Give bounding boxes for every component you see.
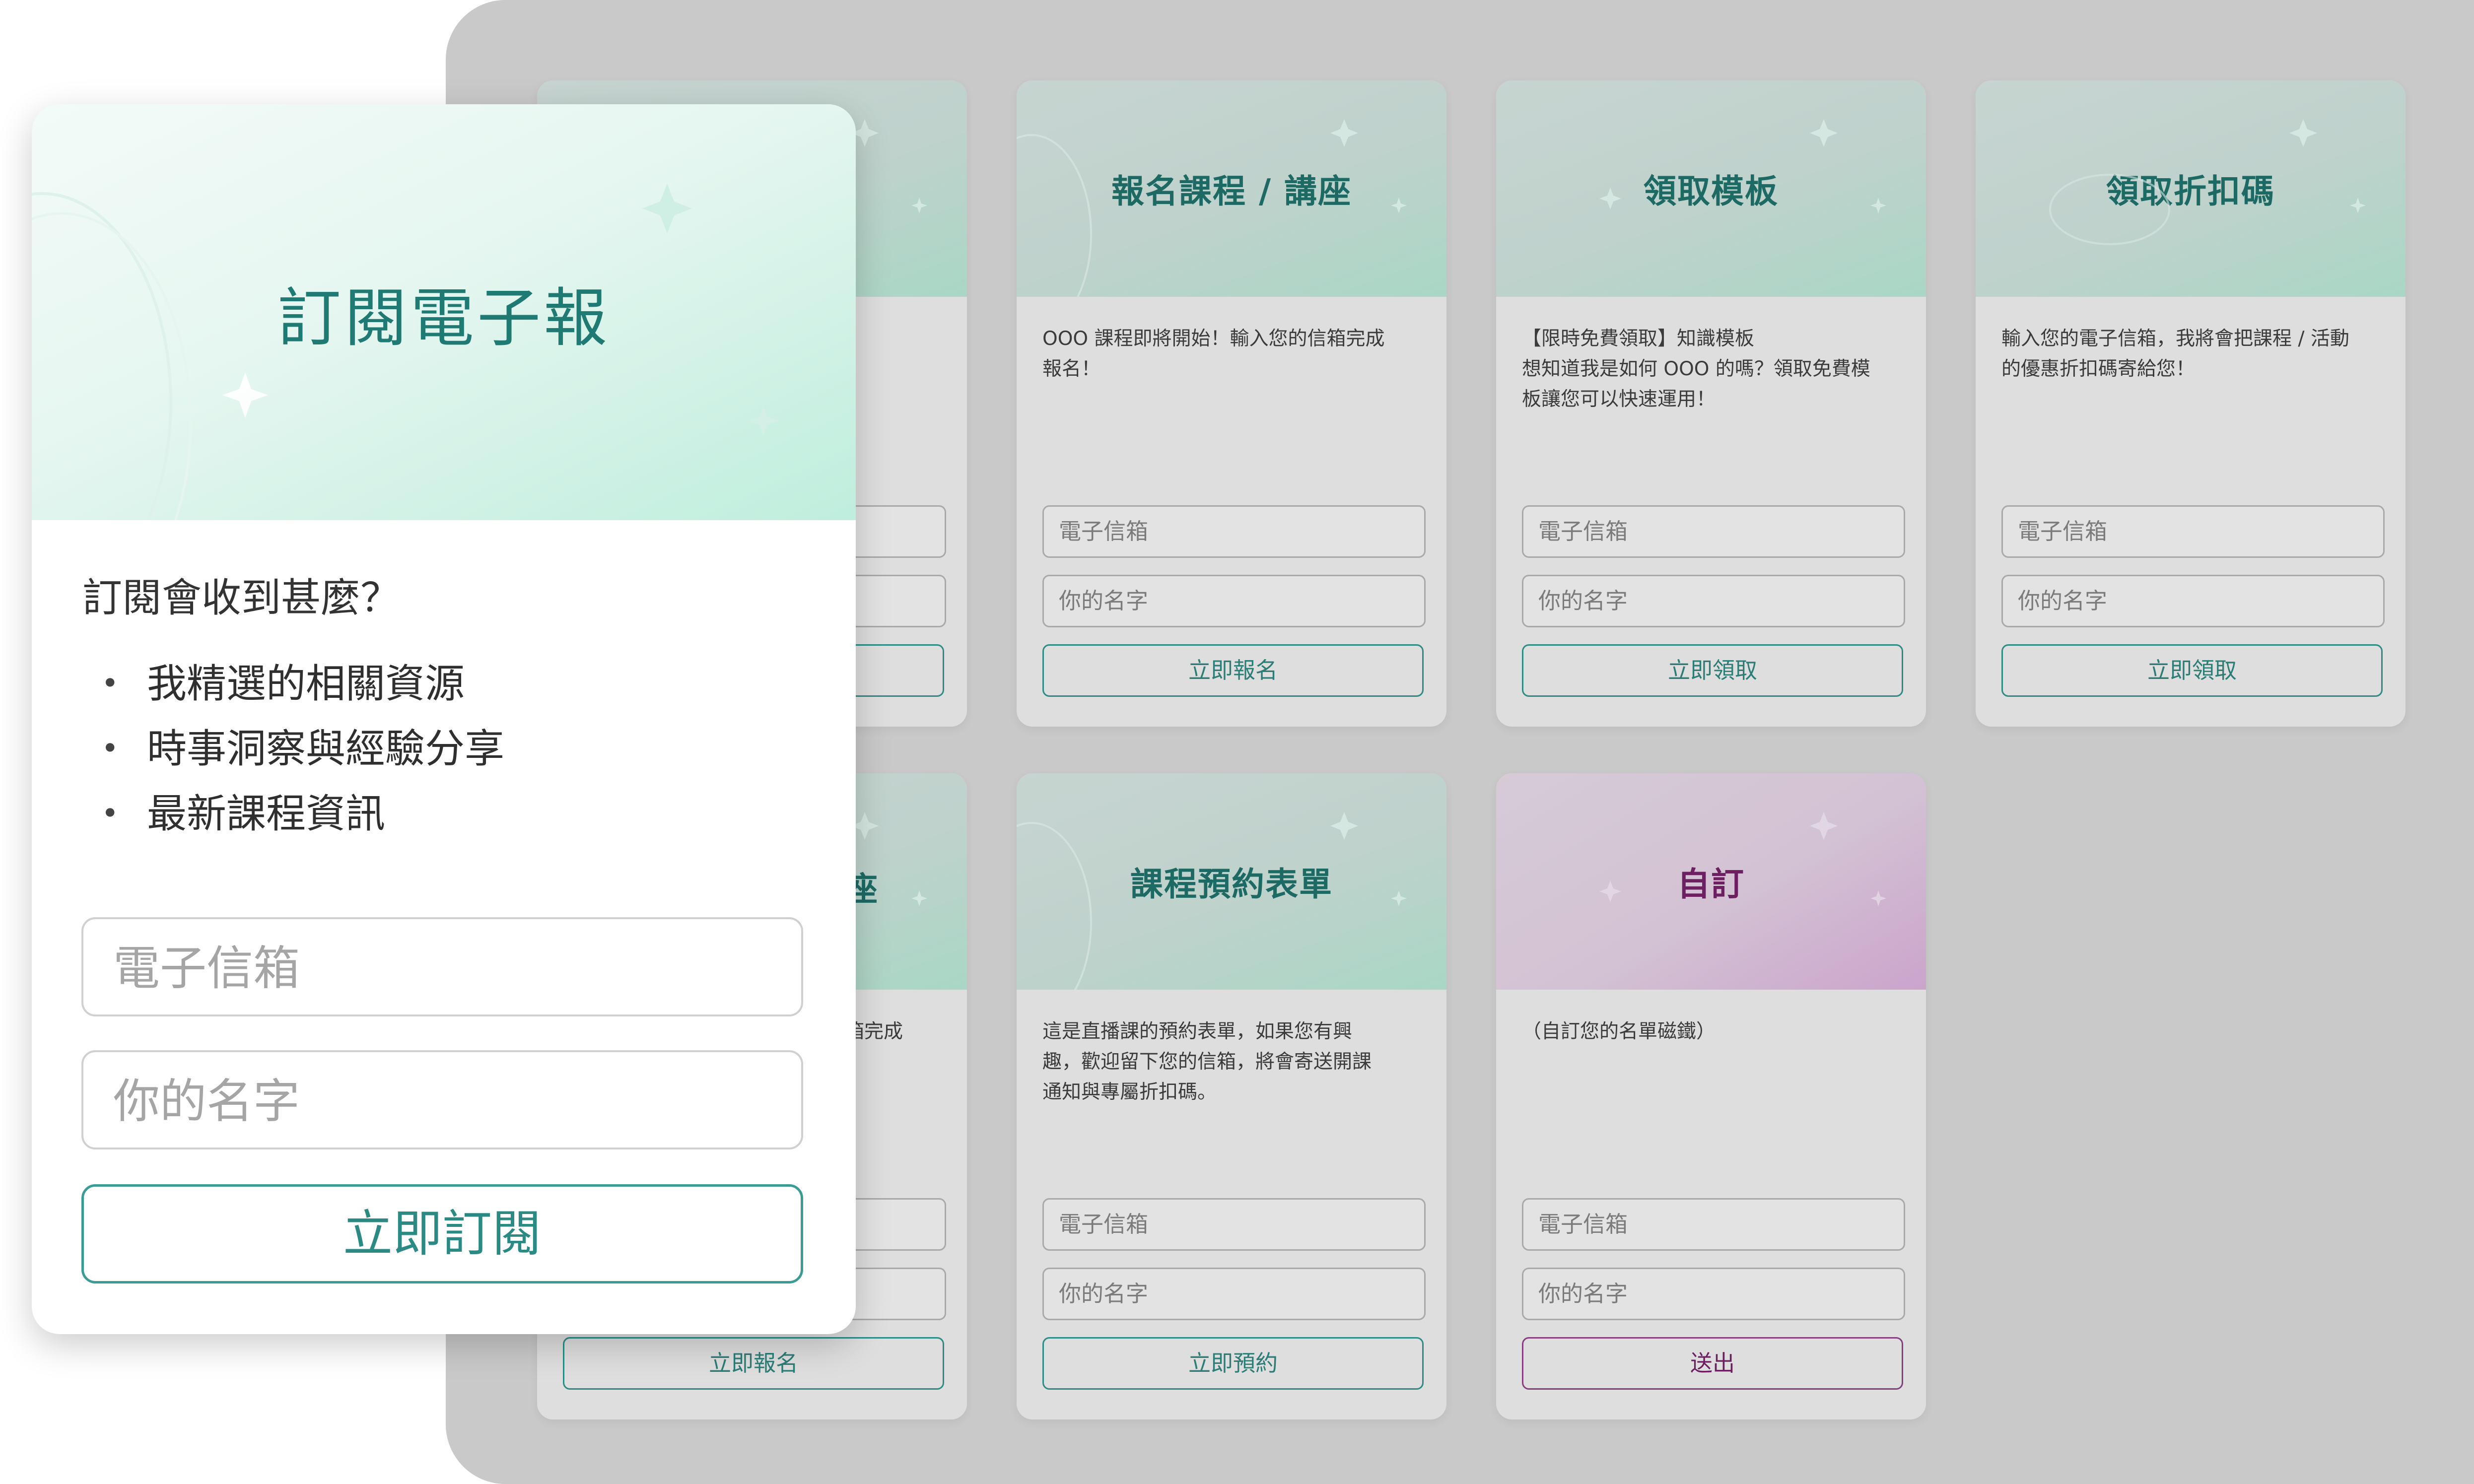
template-card-get-coupon[interactable]: 領取折扣碼 輸入您的電子信箱，我將會把課程 / 活動 的優惠折扣碼寄給您！ 電子… [1976,80,2405,727]
claim-button[interactable]: 立即領取 [1522,644,1903,697]
card-description: 輸入您的電子信箱，我將會把課程 / 活動 的優惠折扣碼寄給您！ [2001,328,2349,380]
name-field[interactable]: 你的名字 [1042,575,1426,627]
template-card-course-booking[interactable]: 課程預約表單 這是直播課的預約表單，如果您有興 趣，歡迎留下您的信箱，將會寄送開… [1017,773,1446,1419]
sparkle-decoration [1599,812,1886,906]
sparkle-decoration [2049,119,2366,245]
card-header: 報名課程 / 講座 [1017,80,1446,297]
list-item: 最新課程資訊 [101,781,504,846]
template-card-get-template[interactable]: 領取模板 【限時免費領取】知識模板 想知道我是如何 OOO 的嗎？領取免費模 板… [1496,80,1926,727]
card-header: 領取模板 [1496,80,1926,297]
name-field[interactable]: 你的名字 [1522,575,1905,627]
email-input[interactable]: 電子信箱 [81,917,803,1016]
name-field[interactable]: 你的名字 [1042,1268,1426,1320]
claim-button[interactable]: 立即領取 [2001,644,2383,697]
card-header: 自訂 [1496,773,1926,990]
list-item: 我精選的相關資源 [101,651,504,716]
sparkle-decoration [1599,119,1886,213]
card-header: 課程預約表單 [1017,773,1446,990]
card-description: OOO 課程即將開始！輸入您的信箱完成 報名！ [1042,328,1385,380]
benefits-list: 我精選的相關資源 時事洞察與經驗分享 最新課程資訊 [101,651,504,846]
name-input[interactable]: 你的名字 [81,1050,803,1149]
register-button[interactable]: 立即報名 [1042,644,1424,697]
subscribe-card-header: 訂閱電子報 [32,104,856,520]
template-card-register-course[interactable]: 報名課程 / 講座 OOO 課程即將開始！輸入您的信箱完成 報名！ 電子信箱 你… [1017,80,1446,727]
card-description: 這是直播課的預約表單，如果您有興 趣，歡迎留下您的信箱，將會寄送開課 通知與專屬… [1042,1020,1372,1103]
sparkle-decoration [1017,119,1407,297]
list-item: 時事洞察與經驗分享 [101,716,504,781]
subscribe-button[interactable]: 立即訂閱 [81,1184,803,1283]
name-field[interactable]: 你的名字 [2001,575,2385,627]
sparkle-decoration [1017,812,1407,990]
submit-button[interactable]: 送出 [1522,1337,1903,1390]
card-header: 領取折扣碼 [1976,80,2405,297]
card-description: 【限時免費領取】知識模板 想知道我是如何 OOO 的嗎？領取免費模 板讓您可以快… [1522,328,1870,410]
name-field[interactable]: 你的名字 [1522,1268,1905,1320]
template-card-custom[interactable]: 自訂 （自訂您的名單磁鐵） 電子信箱 你的名字 送出 [1496,773,1926,1419]
book-button[interactable]: 立即預約 [1042,1337,1424,1390]
card-description: （自訂您的名單磁鐵） [1522,1020,1716,1043]
email-field[interactable]: 電子信箱 [2001,505,2385,558]
card-description: 箱完成 [845,1020,903,1043]
email-field[interactable]: 電子信箱 [1042,1198,1426,1251]
subscribe-title: 訂閱電子報 [277,281,610,355]
email-field[interactable]: 電子信箱 [1042,505,1426,558]
subscribe-newsletter-card: 訂閱電子報 訂閱會收到甚麼？ 我精選的相關資源 時事洞察與經驗分享 最新課程資訊… [32,104,856,1334]
email-field[interactable]: 電子信箱 [1522,505,1905,558]
register-button[interactable]: 立即報名 [563,1337,944,1390]
email-field[interactable]: 電子信箱 [1522,1198,1905,1251]
benefits-question: 訂閱會收到甚麼？ [82,575,400,621]
